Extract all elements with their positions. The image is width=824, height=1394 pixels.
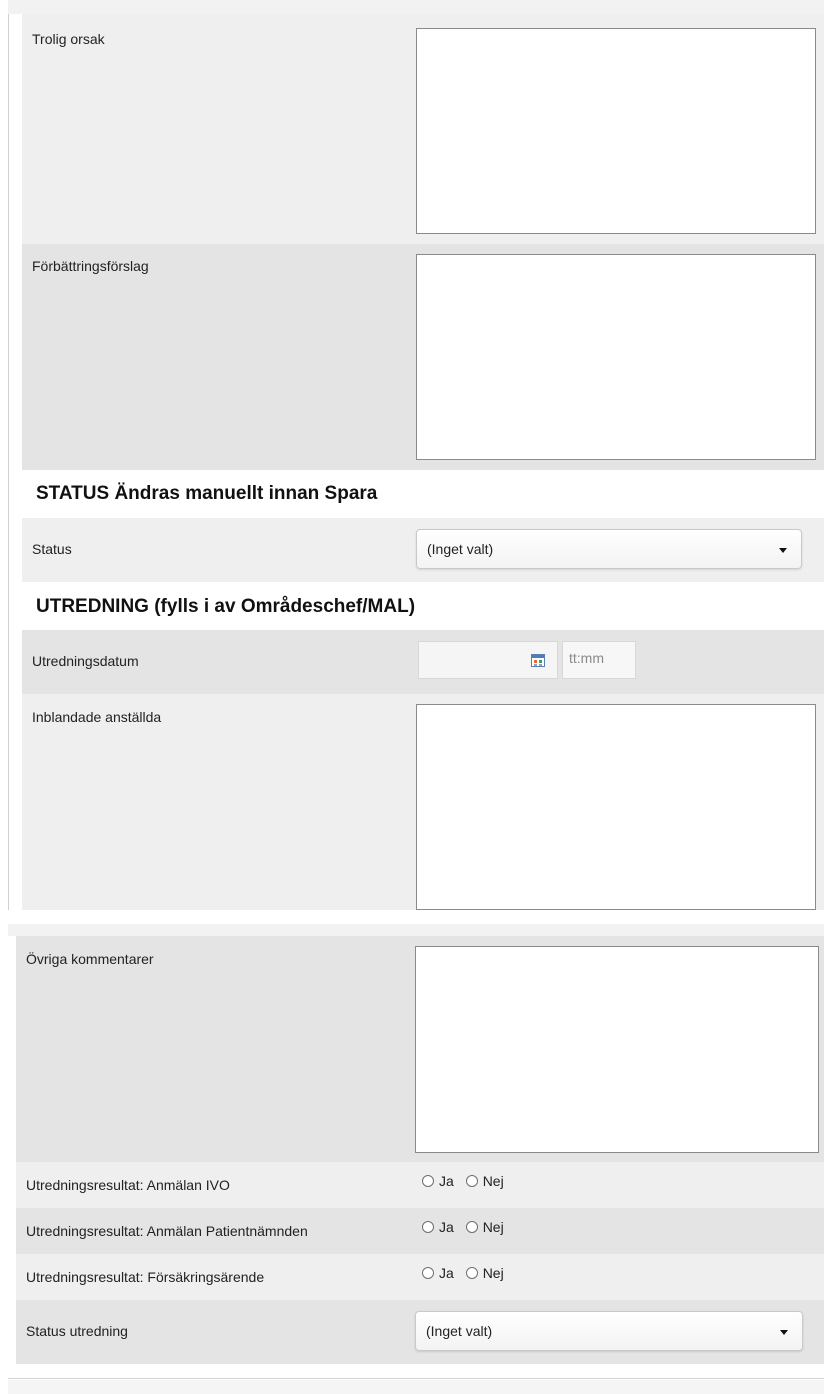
form-row-anmalan-ivo: Utredningsresultat: Anmälan IVO Ja Nej [16, 1162, 824, 1208]
status-utredning-select[interactable]: (Inget valt) [415, 1311, 803, 1351]
form-row-forsakringsarende: Utredningsresultat: Försäkringsärende Ja… [16, 1254, 824, 1300]
forsakringsarende-nej-radio[interactable] [465, 1267, 478, 1279]
forbattringsforslag-textarea[interactable] [416, 254, 816, 460]
form-row-status: Status (Inget valt) [22, 518, 824, 582]
incident-form-page: Trolig orsak Förbättringsförslag STATUS … [0, 0, 824, 1394]
utredning-section-heading: UTREDNING (fylls i av Områdeschef/MAL) [36, 596, 416, 617]
radio-label-nej[interactable]: Nej [483, 1219, 504, 1235]
radio-label-ja[interactable]: Ja [439, 1173, 454, 1189]
form-row-ovriga-kommentarer: Övriga kommentarer [16, 936, 824, 1162]
form-row-inblandade-anstallda: Inblandade anställda [22, 694, 824, 910]
form-panel-lower: Övriga kommentarer Utredningsresultat: A… [8, 924, 824, 1394]
forsakringsarende-radio-group: Ja Nej [422, 1265, 512, 1281]
field-label-anmalan-patientnamnden: Utredningsresultat: Anmälan Patientnämnd… [26, 1223, 308, 1239]
field-label-status-utredning: Status utredning [26, 1323, 128, 1339]
form-row-utredningsdatum: Utredningsdatum tt:mm [22, 630, 824, 694]
trolig-orsak-textarea[interactable] [416, 28, 816, 234]
field-label-trolig-orsak: Trolig orsak [32, 31, 105, 47]
calendar-icon[interactable] [531, 654, 545, 667]
ovriga-kommentarer-textarea[interactable] [415, 946, 819, 1153]
form-row-trolig-orsak: Trolig orsak [22, 14, 824, 244]
form-row-forbattringsforslag: Förbättringsförslag [22, 244, 824, 470]
inblandade-anstallda-textarea[interactable] [416, 704, 816, 910]
panel-top-strip [8, 924, 824, 936]
anmalan-patientnamnden-ja-radio[interactable] [422, 1221, 434, 1233]
status-utredning-select-value: (Inget valt) [426, 1323, 493, 1339]
form-panel-upper: Trolig orsak Förbättringsförslag STATUS … [0, 0, 824, 910]
chevron-down-icon [780, 1330, 788, 1335]
utredningsdatum-time-input[interactable]: tt:mm [562, 641, 636, 679]
anmalan-ivo-ja-radio[interactable] [422, 1175, 434, 1187]
panel-top-strip [8, 0, 824, 14]
radio-label-nej[interactable]: Nej [483, 1173, 504, 1189]
anmalan-patientnamnden-nej-radio[interactable] [465, 1221, 478, 1233]
radio-label-ja[interactable]: Ja [439, 1265, 454, 1281]
panel-bottom-strip [8, 1380, 824, 1394]
radio-label-nej[interactable]: Nej [483, 1265, 504, 1281]
form-row-anmalan-patientnamnden: Utredningsresultat: Anmälan Patientnämnd… [16, 1208, 824, 1254]
field-label-anmalan-ivo: Utredningsresultat: Anmälan IVO [26, 1177, 230, 1193]
chevron-down-icon [779, 548, 787, 553]
panel-left-border [8, 14, 9, 910]
field-label-inblandade-anstallda: Inblandade anställda [32, 709, 162, 725]
forsakringsarende-ja-radio[interactable] [422, 1267, 434, 1279]
field-label-status: Status [32, 541, 72, 557]
status-section-heading: STATUS Ändras manuellt innan Spara [36, 483, 378, 504]
field-label-utredningsdatum: Utredningsdatum [32, 653, 139, 669]
anmalan-ivo-nej-radio[interactable] [465, 1175, 478, 1187]
status-select-value: (Inget valt) [427, 541, 494, 557]
field-label-forsakringsarende: Utredningsresultat: Försäkringsärende [26, 1269, 265, 1285]
anmalan-ivo-radio-group: Ja Nej [422, 1173, 512, 1189]
form-row-status-utredning: Status utredning (Inget valt) [16, 1300, 824, 1364]
status-select[interactable]: (Inget valt) [416, 529, 802, 569]
field-label-forbattringsforslag: Förbättringsförslag [32, 258, 149, 274]
time-placeholder: tt:mm [569, 650, 604, 666]
anmalan-patientnamnden-radio-group: Ja Nej [422, 1219, 512, 1235]
field-label-ovriga-kommentarer: Övriga kommentarer [26, 951, 154, 967]
radio-label-ja[interactable]: Ja [439, 1219, 454, 1235]
panel-bottom-divider [8, 1378, 824, 1379]
